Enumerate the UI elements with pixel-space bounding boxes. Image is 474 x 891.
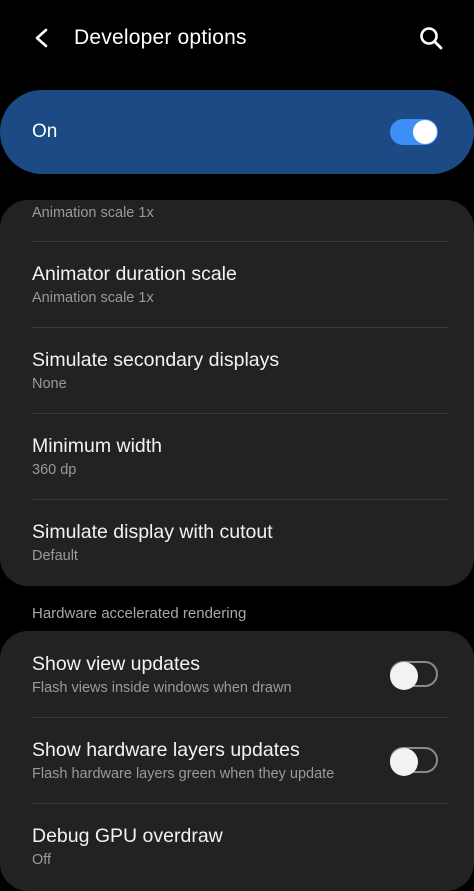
master-switch-label: On [32, 121, 58, 142]
list-item-minimum-width[interactable]: Minimum width 360 dp [0, 414, 474, 500]
list-item-simulate-display-cutout[interactable]: Simulate display with cutout Default [0, 500, 474, 586]
list-item-summary: Animation scale 1x [32, 205, 154, 221]
drawing-settings-card: Animation scale 1x Animator duration sca… [0, 200, 474, 586]
list-item-title: Show hardware layers updates [32, 739, 300, 761]
list-item-summary: 360 dp [32, 462, 77, 478]
list-item-title: Simulate secondary displays [32, 349, 280, 371]
list-item-summary: Off [32, 852, 52, 868]
toggle-knob [390, 748, 418, 776]
list-item-title: Debug GPU overdraw [32, 825, 223, 847]
back-button[interactable] [26, 22, 58, 54]
list-item-show-hardware-layers-updates[interactable]: Show hardware layers updates Flash hardw… [0, 718, 474, 804]
show-view-updates-toggle[interactable] [390, 661, 438, 690]
list-item-title: Animator duration scale [32, 263, 237, 285]
list-item-summary: Flash hardware layers green when they up… [32, 766, 335, 782]
master-switch-card[interactable]: On [0, 90, 474, 174]
list-item-title: Minimum width [32, 435, 163, 457]
toggle-knob [390, 662, 418, 690]
list-item-partial[interactable]: Animation scale 1x [0, 200, 474, 242]
list-item-title: Show view updates [32, 653, 201, 675]
search-button[interactable] [414, 22, 448, 54]
list-item-simulate-secondary-displays[interactable]: Simulate secondary displays None [0, 328, 474, 414]
master-switch-toggle[interactable] [390, 119, 438, 145]
list-item-show-view-updates[interactable]: Show view updates Flash views inside win… [0, 631, 474, 717]
hardware-rendering-card: Show view updates Flash views inside win… [0, 631, 474, 891]
list-item-summary: Default [32, 548, 78, 564]
list-item-animator-duration-scale[interactable]: Animator duration scale Animation scale … [0, 242, 474, 328]
page-title: Developer options [74, 26, 247, 49]
list-item-title: Simulate display with cutout [32, 521, 273, 543]
section-header: Hardware accelerated rendering [32, 605, 247, 622]
list-item-summary: None [32, 376, 67, 392]
search-icon [420, 27, 443, 50]
list-item-debug-gpu-overdraw[interactable]: Debug GPU overdraw Off [0, 804, 474, 890]
arrow-back-icon [35, 28, 48, 48]
top-app-bar: Developer options [0, 0, 474, 76]
list-item-summary: Flash views inside windows when drawn [32, 680, 292, 696]
toggle-knob [413, 120, 437, 144]
list-item-summary: Animation scale 1x [32, 290, 154, 306]
show-hardware-layers-toggle[interactable] [390, 747, 438, 776]
